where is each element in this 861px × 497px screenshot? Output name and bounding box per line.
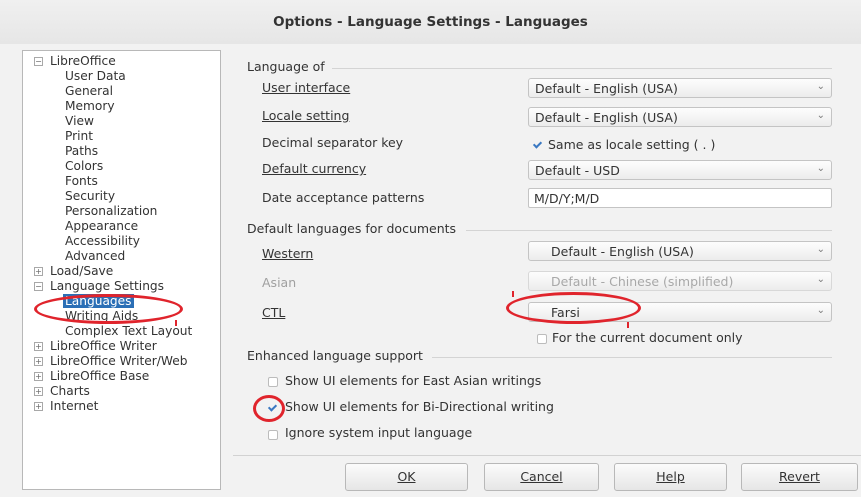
cancel-button-label: Cancel: [520, 469, 563, 484]
chevron-down-icon: ⌄: [816, 163, 825, 174]
ctl-highlight-oval: [506, 292, 641, 324]
default-currency-label-text: Default currency: [262, 161, 367, 176]
annotation-tick: [512, 291, 514, 297]
tree-item-libreoffice[interactable]: LibreOffice: [50, 54, 116, 68]
ok-button[interactable]: OK: [345, 463, 468, 491]
locale-setting-select[interactable]: Default - English (USA) ⌄: [528, 107, 832, 127]
default-currency-select[interactable]: Default - USD ⌄: [528, 160, 832, 180]
tree-item-appearance[interactable]: Appearance: [65, 219, 138, 233]
language-of-divider: [332, 68, 832, 69]
bidi-label: Show UI elements for Bi-Directional writ…: [285, 399, 554, 414]
current-document-only-label: For the current document only: [552, 330, 743, 345]
asian-select: Default - Chinese (simplified) ⌄: [528, 271, 832, 291]
east-asian-checkbox[interactable]: [268, 377, 278, 387]
bidi-highlight-oval: [253, 395, 285, 422]
locale-setting-value: Default - English (USA): [535, 110, 678, 125]
language-of-heading: Language of: [247, 59, 325, 74]
tree-item-colors[interactable]: Colors: [65, 159, 103, 173]
tree-item-writer-web[interactable]: LibreOffice Writer/Web: [50, 354, 187, 368]
western-select[interactable]: Default - English (USA) ⌄: [528, 241, 832, 261]
chevron-down-icon: ⌄: [816, 305, 825, 316]
tree-item-advanced[interactable]: Advanced: [65, 249, 125, 263]
help-button[interactable]: Help: [614, 463, 727, 491]
tree-item-personalization[interactable]: Personalization: [65, 204, 157, 218]
ignore-input-language-label: Ignore system input language: [285, 425, 473, 440]
locale-setting-label: Locale setting: [262, 108, 349, 124]
asian-value: Default - Chinese (simplified): [551, 274, 734, 289]
tree-item-internet[interactable]: Internet: [50, 399, 98, 413]
expand-load-save-icon[interactable]: +: [34, 267, 43, 276]
expand-writer-icon[interactable]: +: [34, 342, 43, 351]
ctl-label-text: CTL: [262, 305, 286, 320]
ctl-label: CTL: [262, 305, 285, 321]
languages-highlight-oval: [34, 294, 183, 324]
western-label-text: Western: [262, 246, 314, 261]
tree-item-fonts[interactable]: Fonts: [65, 174, 98, 188]
current-document-only-checkbox[interactable]: [537, 334, 547, 344]
default-currency-label: Default currency: [262, 161, 366, 177]
collapse-language-settings-icon[interactable]: −: [34, 282, 43, 291]
options-tree[interactable]: − LibreOffice User Data General Memory V…: [22, 50, 221, 490]
tree-item-view[interactable]: View: [65, 114, 94, 128]
expand-base-icon[interactable]: +: [34, 372, 43, 381]
western-value: Default - English (USA): [551, 244, 694, 259]
expand-internet-icon[interactable]: +: [34, 402, 43, 411]
enhanced-heading: Enhanced language support: [247, 348, 423, 363]
tree-item-paths[interactable]: Paths: [65, 144, 98, 158]
date-patterns-input[interactable]: M/D/Y;M/D: [528, 188, 832, 208]
expand-charts-icon[interactable]: +: [34, 387, 43, 396]
default-currency-value: Default - USD: [535, 163, 620, 178]
date-patterns-label: Date acceptance patterns: [262, 190, 425, 205]
date-patterns-value: M/D/Y;M/D: [534, 191, 600, 206]
enhanced-divider: [432, 357, 832, 358]
same-as-locale-label: Same as locale setting ( . ): [548, 137, 716, 152]
default-languages-heading: Default languages for documents: [247, 221, 457, 236]
user-interface-label-text: User interface: [262, 80, 351, 95]
tree-item-security[interactable]: Security: [65, 189, 115, 203]
default-languages-divider: [466, 230, 832, 231]
tree-item-complex-text-layout[interactable]: Complex Text Layout: [65, 324, 192, 338]
revert-button[interactable]: Revert: [741, 463, 858, 491]
chevron-down-icon: ⌄: [816, 244, 825, 255]
tree-item-print[interactable]: Print: [65, 129, 93, 143]
tree-item-user-data[interactable]: User Data: [65, 69, 126, 83]
annotation-tick: [627, 322, 629, 328]
tree-item-writer[interactable]: LibreOffice Writer: [50, 339, 157, 353]
collapse-libreoffice-icon[interactable]: −: [34, 57, 43, 66]
annotation-tick: [175, 320, 177, 326]
same-as-locale-checkbox[interactable]: [533, 140, 543, 150]
cancel-button[interactable]: Cancel: [484, 463, 599, 491]
title-bar: Options - Language Settings - Languages: [0, 0, 861, 45]
user-interface-value: Default - English (USA): [535, 81, 678, 96]
ignore-input-language-checkbox[interactable]: [268, 430, 278, 440]
western-label: Western: [262, 246, 313, 262]
tree-item-memory[interactable]: Memory: [65, 99, 115, 113]
help-button-label: Help: [656, 469, 685, 484]
tree-item-load-save[interactable]: Load/Save: [50, 264, 113, 278]
window-title: Options - Language Settings - Languages: [273, 14, 588, 30]
revert-button-label: Revert: [779, 469, 820, 484]
locale-setting-label-text: Locale setting: [262, 108, 350, 123]
tree-item-language-settings[interactable]: Language Settings: [50, 279, 164, 293]
button-area-divider: [233, 455, 861, 456]
ok-button-label: OK: [397, 469, 416, 484]
decimal-separator-label: Decimal separator key: [262, 135, 404, 150]
east-asian-label: Show UI elements for East Asian writings: [285, 373, 542, 388]
tree-item-charts[interactable]: Charts: [50, 384, 90, 398]
chevron-down-icon: ⌄: [816, 274, 825, 285]
tree-item-base[interactable]: LibreOffice Base: [50, 369, 149, 383]
tree-item-general[interactable]: General: [65, 84, 113, 98]
user-interface-label: User interface: [262, 80, 350, 96]
asian-label: Asian: [262, 275, 297, 290]
chevron-down-icon: ⌄: [816, 81, 825, 92]
tree-item-accessibility[interactable]: Accessibility: [65, 234, 140, 248]
expand-writer-web-icon[interactable]: +: [34, 357, 43, 366]
user-interface-select[interactable]: Default - English (USA) ⌄: [528, 78, 832, 98]
chevron-down-icon: ⌄: [816, 110, 825, 121]
